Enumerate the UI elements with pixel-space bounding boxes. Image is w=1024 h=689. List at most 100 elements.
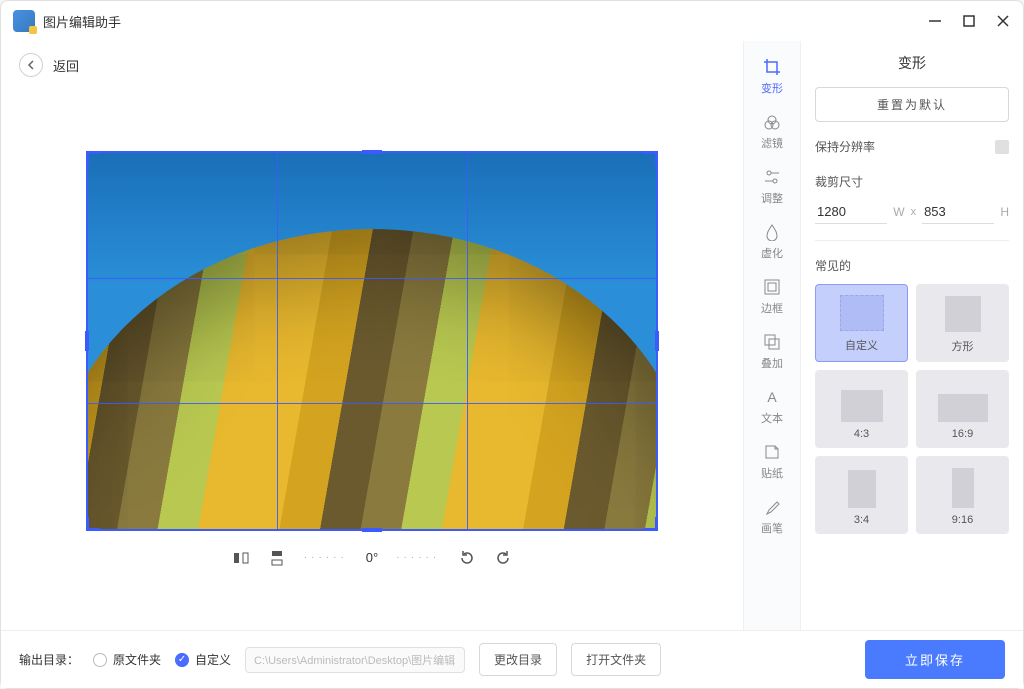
radio-original-folder[interactable]: 原文件夹 <box>93 651 161 668</box>
preset-label: 9:16 <box>952 514 973 526</box>
tool-label: 调整 <box>761 190 783 206</box>
grid-line <box>88 403 656 404</box>
preset-grid: 自定义 方形 4:3 16:9 3:4 <box>815 284 1009 534</box>
crop-handle-top[interactable] <box>362 150 382 154</box>
preset-custom[interactable]: 自定义 <box>815 284 908 362</box>
reset-button[interactable]: 重置为默认 <box>815 87 1009 122</box>
blur-icon <box>762 222 782 242</box>
save-button[interactable]: 立即保存 <box>865 640 1005 679</box>
tool-frame[interactable]: 边框 <box>746 271 798 322</box>
tool-transform[interactable]: 变形 <box>746 51 798 102</box>
crop-handle-bottom[interactable] <box>362 528 382 532</box>
preset-3-4[interactable]: 3:4 <box>815 456 908 534</box>
rotate-slider-right[interactable]: ······ <box>396 552 440 563</box>
h-suffix: H <box>1000 205 1009 219</box>
tool-adjust[interactable]: 调整 <box>746 161 798 212</box>
preset-label: 16:9 <box>952 428 973 440</box>
app-icon <box>13 10 35 32</box>
flip-horizontal-icon[interactable] <box>232 549 250 567</box>
window-controls <box>927 13 1011 29</box>
tool-brush[interactable]: 画笔 <box>746 491 798 542</box>
grid-line <box>277 153 278 529</box>
rotate-slider-left[interactable]: ······ <box>304 552 348 563</box>
minimize-button[interactable] <box>927 13 943 29</box>
grid-line <box>88 278 656 279</box>
tool-blur[interactable]: 虚化 <box>746 216 798 267</box>
tool-label: 画笔 <box>761 520 783 536</box>
filter-icon <box>762 112 782 132</box>
preset-label: 3:4 <box>854 514 869 526</box>
crop-height-input[interactable] <box>922 200 994 224</box>
preset-thumbnail <box>952 468 974 508</box>
tool-sticker[interactable]: 贴纸 <box>746 436 798 487</box>
radio-icon-checked <box>175 653 189 667</box>
crop-handle-br[interactable] <box>644 517 658 531</box>
output-path-input[interactable] <box>245 647 465 673</box>
preset-thumbnail <box>938 394 988 422</box>
overlay-icon <box>762 332 782 352</box>
change-dir-button[interactable]: 更改目录 <box>479 643 557 676</box>
crop-width-input[interactable] <box>815 200 887 224</box>
back-button[interactable] <box>19 53 43 77</box>
close-button[interactable] <box>995 13 1011 29</box>
radio-icon <box>93 653 107 667</box>
tool-label: 叠加 <box>761 355 783 371</box>
rotate-ccw-icon[interactable] <box>458 549 476 567</box>
open-folder-button[interactable]: 打开文件夹 <box>571 643 661 676</box>
preset-4-3[interactable]: 4:3 <box>815 370 908 448</box>
app-title: 图片编辑助手 <box>43 12 121 31</box>
radio-label: 自定义 <box>195 651 231 668</box>
preset-label: 自定义 <box>845 337 878 353</box>
right-panel: 变形 重置为默认 保持分辨率 裁剪尺寸 W x H 常见的 自定义 <box>801 41 1023 630</box>
back-row: 返回 <box>1 53 743 77</box>
preset-label: 4:3 <box>854 428 869 440</box>
tool-column: 变形 滤镜 调整 虚化 边框 叠加 A <box>743 41 801 630</box>
brush-icon <box>762 497 782 517</box>
maximize-button[interactable] <box>961 13 977 29</box>
preset-16-9[interactable]: 16:9 <box>916 370 1009 448</box>
rotation-value: 0° <box>366 550 378 565</box>
frame-icon <box>762 277 782 297</box>
svg-text:A: A <box>767 389 777 405</box>
app-window: 图片编辑助手 返回 <box>0 0 1024 689</box>
crop-handle-left[interactable] <box>85 331 89 351</box>
tool-label: 滤镜 <box>761 135 783 151</box>
tool-filter[interactable]: 滤镜 <box>746 106 798 157</box>
preset-thumbnail <box>840 295 884 331</box>
crop-handle-tr[interactable] <box>644 151 658 165</box>
crop-icon <box>762 57 782 77</box>
canvas-controls: ······ 0° ······ <box>232 549 512 567</box>
keep-resolution-checkbox[interactable] <box>995 140 1009 154</box>
preset-thumbnail <box>848 470 876 508</box>
keep-resolution-label: 保持分辨率 <box>815 138 875 155</box>
crop-handle-bl[interactable] <box>86 517 100 531</box>
presets-label: 常见的 <box>815 257 1009 274</box>
keep-resolution-row: 保持分辨率 <box>815 138 1009 155</box>
canvas-area: ······ 0° ······ <box>1 97 743 630</box>
preset-square[interactable]: 方形 <box>916 284 1009 362</box>
crop-size-label: 裁剪尺寸 <box>815 173 1009 190</box>
tool-label: 贴纸 <box>761 465 783 481</box>
rotate-cw-icon[interactable] <box>494 549 512 567</box>
flip-vertical-icon[interactable] <box>268 549 286 567</box>
adjust-icon <box>762 167 782 187</box>
tool-label: 变形 <box>761 80 783 96</box>
panel-title: 变形 <box>815 53 1009 73</box>
w-suffix: W <box>893 205 904 219</box>
tool-label: 文本 <box>761 410 783 426</box>
output-dir-label: 输出目录： <box>19 651 79 668</box>
preset-9-16[interactable]: 9:16 <box>916 456 1009 534</box>
preset-label: 方形 <box>952 338 974 354</box>
size-separator: x <box>911 206 917 218</box>
radio-label: 原文件夹 <box>113 651 161 668</box>
radio-custom-folder[interactable]: 自定义 <box>175 651 231 668</box>
titlebar-left: 图片编辑助手 <box>13 10 121 32</box>
chevron-left-icon <box>27 60 35 70</box>
crop-canvas[interactable] <box>86 151 658 531</box>
image-preview <box>88 153 656 529</box>
tool-text[interactable]: A 文本 <box>746 381 798 432</box>
crop-handle-tl[interactable] <box>86 151 100 165</box>
crop-handle-right[interactable] <box>655 331 659 351</box>
footer: 输出目录： 原文件夹 自定义 更改目录 打开文件夹 立即保存 <box>1 630 1023 688</box>
tool-overlay[interactable]: 叠加 <box>746 326 798 377</box>
